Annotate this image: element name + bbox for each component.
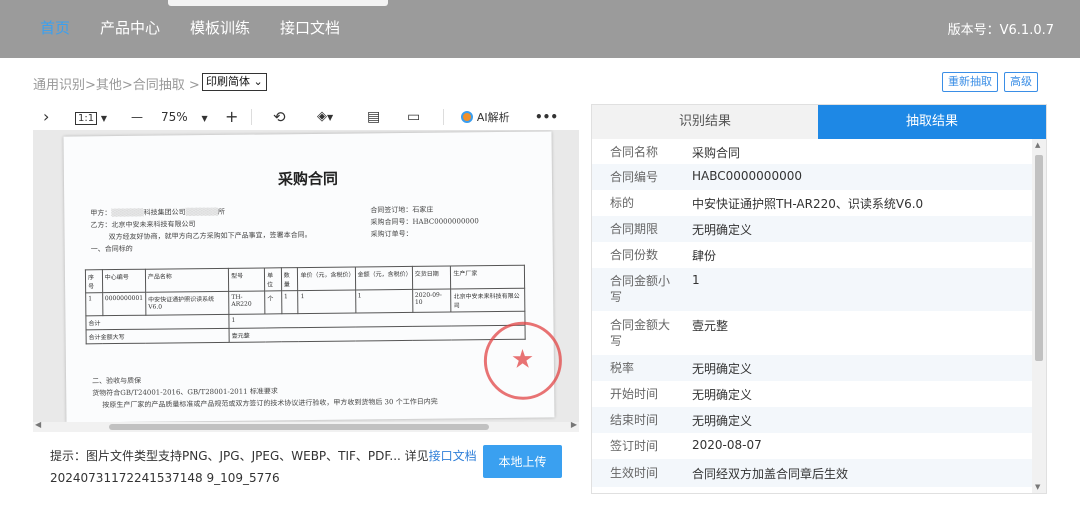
rotate-icon[interactable]: ⟲: [273, 106, 286, 128]
result-row: 开始时间 无明确定义: [610, 387, 753, 402]
scrollbar-thumb[interactable]: [109, 424, 489, 430]
caret-down-icon: ▼: [201, 114, 208, 123]
doc-line-b: 按原生产厂家的产品质量标准或产品规范或双方签订的技术协议进行验收，甲方收到货物后…: [102, 397, 438, 410]
ai-parse-button[interactable]: AI解析: [461, 106, 510, 128]
result-row: 合同金额小写 1: [592, 268, 1032, 311]
vertical-scrollbar[interactable]: ▲ ▼: [1032, 139, 1046, 493]
nav-api-docs[interactable]: 接口文档: [280, 17, 340, 38]
result-row: 合同份数 肆份: [610, 248, 717, 263]
result-row: 合同名称 采购合同: [610, 145, 741, 160]
doc-party-b: 乙方：北京中安未来科技有限公司: [90, 220, 196, 230]
comment-icon[interactable]: ▭: [407, 106, 420, 128]
result-row: 合同编号 HABC0000000000: [592, 164, 1032, 190]
result-row: 生效时间 合同经双方加盖合同章后生效: [592, 459, 1032, 487]
nav-products[interactable]: 产品中心: [100, 17, 160, 38]
document-viewer[interactable]: 采购合同 甲方：▒▒▒▒▒▒科技集团公司▒▒▒▒▒▒所 乙方：北京中安未来科技有…: [33, 130, 579, 422]
expand-icon[interactable]: ›: [43, 106, 49, 128]
result-row: 结束时间 无明确定义: [592, 407, 1032, 433]
result-field-list: 合同名称 采购合同 合同编号 HABC0000000000 标的 中安快证通护照TH-…: [592, 139, 1032, 493]
doc-line-a: 货物符合GB/T24001-2016、GB/T28001-2011 标准要求: [92, 387, 278, 398]
result-row: 标的 中安快证通护照TH-AR220、识读系统V6.0: [610, 196, 924, 211]
result-row: 税率 无明确定义: [592, 355, 1032, 381]
fill-color-icon[interactable]: ◈▼: [317, 106, 333, 128]
nav-home[interactable]: 首页: [40, 17, 70, 38]
tab-recognition-result[interactable]: 识别结果: [592, 105, 818, 139]
dropdown-shadow: [168, 0, 388, 6]
result-row: 合同金额大写 壹元整: [610, 318, 729, 348]
language-select[interactable]: 印刷简体 ⌄: [202, 73, 267, 91]
doc-intro: 双方经友好协商，就甲方向乙方采购如下产品事宜，签署本合同。: [108, 230, 312, 242]
doc-items-table: 序号 中心编号 产品名称 型号 单位 数量 单价（元，含税价） 金额（元，含税价） 交货日期 生产…: [85, 265, 526, 345]
doc-order-no: 采购订单号：: [370, 229, 413, 239]
result-row: 合同期限 无明确定义: [592, 216, 1032, 242]
doc-contract-no: 采购合同号：HABC0000000000: [370, 217, 479, 227]
caret-down-icon: ▼: [100, 114, 108, 123]
fit-page-control[interactable]: 1:1 ▼: [75, 106, 107, 128]
advanced-button[interactable]: 高级: [1004, 72, 1038, 92]
result-panel: 识别结果 抽取结果 合同名称 采购合同 合同编号 HABC0000000000 标的…: [591, 104, 1047, 494]
result-row: 签订时间 2020-08-07: [610, 438, 762, 453]
horizontal-scrollbar[interactable]: ◀ ▶: [33, 420, 579, 432]
breadcrumb: 通用识别>其他>合同抽取 >: [33, 78, 200, 93]
scroll-down-icon[interactable]: ▼: [1035, 483, 1040, 491]
fit-label: 1:1: [75, 112, 98, 125]
contract-page: 采购合同 甲方：▒▒▒▒▒▒科技集团公司▒▒▒▒▒▒所 乙方：北京中安未来科技有…: [63, 131, 563, 422]
more-icon[interactable]: •••: [535, 106, 558, 128]
scroll-right-icon[interactable]: ▶: [571, 420, 577, 429]
doc-sign-place: 合同签订地：石家庄: [370, 205, 434, 215]
zoom-select[interactable]: 75% ▼: [161, 106, 208, 128]
zoom-out-icon[interactable]: —: [131, 106, 143, 128]
scroll-left-icon[interactable]: ◀: [35, 420, 41, 429]
version-label: 版本号：V6.1.0.7: [947, 23, 1054, 38]
ai-logo-icon: [461, 111, 473, 123]
top-nav-bar: 首页 产品中心 模板训练 接口文档 版本号：V6.1.0.7: [0, 0, 1080, 58]
result-tabs: 识别结果 抽取结果: [592, 105, 1046, 139]
file-name: 20240731172241537148 9_109_5776: [50, 471, 280, 485]
zoom-in-icon[interactable]: +: [225, 106, 238, 128]
nav-template-training[interactable]: 模板训练: [190, 17, 250, 38]
ai-parse-label: AI解析: [476, 111, 510, 124]
scrollbar-thumb[interactable]: [1035, 155, 1043, 361]
zoom-value: 75%: [161, 110, 188, 124]
seal-star-icon: ★: [510, 344, 535, 375]
upload-tip-text: 提示：图片文件类型支持PNG、JPG、JPEG、WEBP、TIF、PDF... …: [50, 449, 429, 463]
toolbar-divider: [251, 109, 252, 125]
local-upload-button[interactable]: 本地上传: [483, 445, 562, 478]
re-extract-button[interactable]: 重新抽取: [942, 72, 998, 92]
api-docs-link[interactable]: 接口文档: [429, 449, 477, 463]
upload-tip: 提示：图片文件类型支持PNG、JPG、JPEG、WEBP、TIF、PDF... …: [50, 447, 477, 464]
chevron-down-icon: ⌄: [253, 75, 263, 88]
viewer-toolbar: › 1:1 ▼ — 75% ▼ + ⟲ ◈▼ ▤ ▭ AI解析 •••: [33, 104, 579, 130]
doc-section-2: 二、验收与质保: [92, 376, 142, 386]
company-seal: ★: [483, 321, 563, 401]
toolbar-divider: [443, 109, 444, 125]
doc-party-a: 甲方：▒▒▒▒▒▒科技集团公司▒▒▒▒▒▒所: [90, 207, 225, 218]
document-icon[interactable]: ▤: [367, 106, 380, 128]
doc-title: 采购合同: [277, 169, 339, 189]
scroll-up-icon[interactable]: ▲: [1035, 141, 1040, 149]
tab-extraction-result[interactable]: 抽取结果: [818, 105, 1046, 139]
language-select-value: 印刷简体: [206, 75, 250, 88]
doc-section-1: 一、合同标的: [90, 244, 133, 254]
